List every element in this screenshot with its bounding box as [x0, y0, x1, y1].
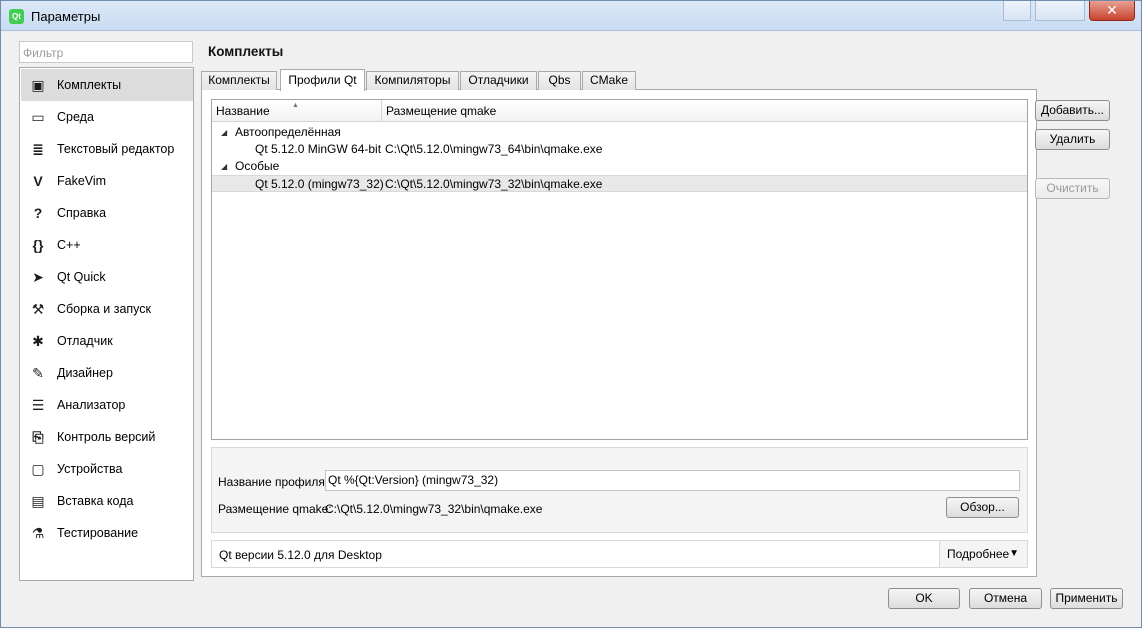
- hammer-icon: ⚒: [31, 300, 45, 317]
- column-header-qmake-path[interactable]: Размещение qmake: [382, 100, 1027, 122]
- sidebar-item-label: Вставка кода: [57, 494, 134, 508]
- expand-arrow-icon[interactable]: ◢: [221, 124, 227, 141]
- triangle-down-icon: ▼: [1009, 548, 1019, 559]
- expand-arrow-icon[interactable]: ◢: [221, 158, 227, 175]
- window-title: Параметры: [31, 9, 101, 24]
- sidebar-item[interactable]: ☰ Анализатор: [21, 389, 193, 421]
- tab[interactable]: Компиляторы: [366, 71, 459, 90]
- help-icon: ?: [33, 205, 43, 221]
- flask-icon: ⚗: [31, 524, 45, 541]
- version-details-panel: Название профиля: Qt %{Qt:Version} (ming…: [211, 447, 1028, 533]
- tab[interactable]: Профили Qt: [280, 69, 365, 91]
- sidebar-item-label: Сборка и запуск: [57, 302, 151, 316]
- paper-plane-icon: ➤: [32, 268, 44, 285]
- filter-input[interactable]: Фильтр: [19, 41, 193, 63]
- version-control-icon: ⎘: [32, 428, 44, 445]
- settings-window: Qt Параметры ✕ Фильтр ▣ Комплекты ▭ Среда ≣ Т…: [0, 0, 1142, 628]
- add-button[interactable]: Добавить...: [1035, 100, 1110, 121]
- qt-creator-icon: Qt: [9, 9, 24, 24]
- sidebar-item[interactable]: ▤ Вставка кода: [21, 485, 193, 517]
- settings-sidebar: ▣ Комплекты ▭ Среда ≣ Текстовый редактор V Fake…: [19, 67, 194, 581]
- fakevim-icon: V: [33, 173, 43, 189]
- tree-group-row[interactable]: ◢ Особые: [212, 158, 1027, 175]
- sidebar-item-label: Среда: [57, 110, 94, 124]
- profile-name-field[interactable]: Qt %{Qt:Version} (mingw73_32): [325, 470, 1020, 491]
- tree-group-row[interactable]: ◢ Автоопределённая: [212, 124, 1027, 141]
- sidebar-item-label: FakeVim: [57, 174, 107, 188]
- tree-row[interactable]: Qt 5.12.0 (mingw73_32) C:\Qt\5.12.0\mingw…: [212, 175, 1027, 192]
- profile-name-label: Название профиля:: [218, 475, 329, 489]
- column-header-name[interactable]: Название ▲: [212, 100, 382, 122]
- sidebar-item-label: Qt Quick: [57, 270, 106, 284]
- sidebar-item[interactable]: ▣ Комплекты: [21, 69, 193, 101]
- clipboard-icon: ▤: [31, 492, 45, 509]
- qmake-location-value: C:\Qt\5.12.0\mingw73_32\bin\qmake.exe: [325, 502, 543, 516]
- bug-icon: ✱: [32, 332, 44, 349]
- sidebar-item-label: Контроль версий: [57, 430, 156, 444]
- page-title: Комплекты: [208, 44, 284, 59]
- browse-button[interactable]: Обзор...: [946, 497, 1019, 518]
- text-editor-icon: ≣: [32, 140, 44, 157]
- tree-cell-name: Qt 5.12.0 MinGW 64-bit: [255, 142, 382, 156]
- analyzer-icon: ☰: [31, 396, 45, 413]
- sidebar-item[interactable]: ? Справка: [21, 197, 193, 229]
- kits-icon: ▣: [31, 76, 45, 93]
- sidebar-item-label: Тестирование: [57, 526, 139, 540]
- sidebar-item[interactable]: ➤ Qt Quick: [21, 261, 193, 293]
- sidebar-item[interactable]: ⚒ Сборка и запуск: [21, 293, 193, 325]
- version-info-text: Qt версии 5.12.0 для Desktop: [219, 548, 382, 562]
- maximize-icon[interactable]: [1035, 1, 1085, 21]
- tab[interactable]: Qbs: [538, 71, 581, 90]
- apply-button[interactable]: Применить: [1050, 588, 1123, 609]
- tab[interactable]: Отладчики: [460, 71, 537, 90]
- braces-icon: {}: [32, 237, 44, 253]
- sidebar-item-label: Текстовый редактор: [57, 142, 175, 156]
- qt-versions-tree[interactable]: Название ▲ Размещение qmake ◢ Автоопредел…: [211, 99, 1028, 440]
- qmake-location-label: Размещение qmake:: [218, 502, 332, 516]
- sidebar-item[interactable]: ⚗ Тестирование: [21, 517, 193, 549]
- sidebar-item[interactable]: ▭ Среда: [21, 101, 193, 133]
- tab[interactable]: Комплекты: [201, 71, 277, 90]
- sidebar-item[interactable]: {} C++: [21, 229, 193, 261]
- sidebar-item[interactable]: ≣ Текстовый редактор: [21, 133, 193, 165]
- monitor-icon: ▭: [31, 108, 45, 125]
- remove-button[interactable]: Удалить: [1035, 129, 1110, 150]
- minimize-icon[interactable]: [1003, 1, 1031, 21]
- sidebar-item-label: Дизайнер: [57, 366, 113, 380]
- sort-ascending-icon: ▲: [292, 102, 299, 109]
- tree-header: Название ▲ Размещение qmake: [212, 100, 1027, 122]
- sidebar-item[interactable]: ✱ Отладчик: [21, 325, 193, 357]
- close-button[interactable]: ✕: [1089, 1, 1135, 21]
- sidebar-item-label: Анализатор: [57, 398, 126, 412]
- sidebar-item-label: Отладчик: [57, 334, 113, 348]
- sidebar-item-label: Комплекты: [57, 78, 122, 92]
- tree-cell-qmake-path: C:\Qt\5.12.0\mingw73_64\bin\qmake.exe: [385, 142, 603, 156]
- sidebar-item-label: C++: [57, 238, 81, 252]
- sidebar-item[interactable]: V FakeVim: [21, 165, 193, 197]
- sidebar-item[interactable]: ⎘ Контроль версий: [21, 421, 193, 453]
- sidebar-item[interactable]: ✎ Дизайнер: [21, 357, 193, 389]
- pencil-icon: ✎: [32, 364, 44, 381]
- tree-row[interactable]: Qt 5.12.0 MinGW 64-bit C:\Qt\5.12.0\mingw…: [212, 141, 1027, 158]
- sidebar-item-label: Устройства: [57, 462, 123, 476]
- clean-button[interactable]: Очистить: [1035, 178, 1110, 199]
- tree-cell-qmake-path: C:\Qt\5.12.0\mingw73_32\bin\qmake.exe: [385, 177, 603, 191]
- sidebar-item[interactable]: ▢ Устройства: [21, 453, 193, 485]
- version-info-bar: Qt версии 5.12.0 для Desktop Подробнее ▼: [211, 540, 1028, 568]
- details-toggle-button[interactable]: Подробнее ▼: [939, 541, 1027, 567]
- ok-button[interactable]: OK: [888, 588, 960, 609]
- devices-icon: ▢: [31, 460, 45, 477]
- sidebar-item-label: Справка: [57, 206, 107, 220]
- tab[interactable]: CMake: [582, 71, 636, 90]
- tree-cell-name: Qt 5.12.0 (mingw73_32): [255, 177, 384, 191]
- title-bar[interactable]: Qt Параметры ✕: [1, 1, 1141, 31]
- cancel-button[interactable]: Отмена: [969, 588, 1042, 609]
- tree-cell-name: Особые: [235, 159, 280, 173]
- tree-cell-name: Автоопределённая: [235, 125, 341, 139]
